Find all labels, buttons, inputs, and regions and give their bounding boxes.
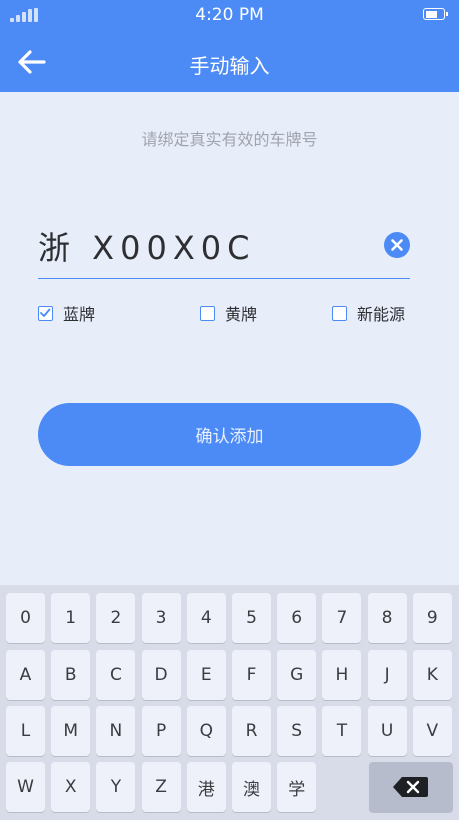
close-circle-icon bbox=[391, 239, 403, 251]
option-label: 蓝牌 bbox=[63, 305, 96, 324]
plate-keyboard: 0123456789 ABCDEFGHJK LMNPQRSTUV WXYZ港澳学 bbox=[0, 585, 459, 820]
key[interactable]: H bbox=[322, 650, 362, 700]
key[interactable]: 学 bbox=[277, 762, 317, 812]
key[interactable]: 7 bbox=[322, 593, 362, 643]
key[interactable]: S bbox=[277, 706, 317, 756]
option-yellow-plate[interactable]: 黄牌 bbox=[200, 298, 257, 328]
key[interactable]: R bbox=[232, 706, 271, 756]
arrow-left-icon bbox=[18, 50, 46, 74]
key[interactable]: N bbox=[96, 706, 136, 756]
option-blue-plate[interactable]: 蓝牌 bbox=[38, 298, 95, 328]
key[interactable]: G bbox=[277, 650, 317, 700]
key[interactable]: D bbox=[141, 650, 181, 700]
key[interactable]: M bbox=[51, 706, 91, 756]
status-time: 4:20 PM bbox=[195, 5, 264, 25]
key[interactable]: 港 bbox=[186, 762, 226, 812]
key[interactable]: U bbox=[367, 706, 407, 756]
key[interactable]: J bbox=[367, 650, 407, 700]
page-title: 手动输入 bbox=[189, 54, 270, 78]
key[interactable]: K bbox=[412, 650, 452, 700]
key[interactable]: 8 bbox=[367, 593, 407, 643]
confirm-add-button[interactable]: 确认添加 bbox=[38, 403, 421, 466]
key[interactable]: 6 bbox=[277, 593, 317, 643]
key[interactable]: Z bbox=[141, 762, 181, 812]
key[interactable]: C bbox=[96, 650, 136, 700]
key[interactable]: B bbox=[51, 650, 91, 700]
backspace-icon bbox=[393, 777, 428, 797]
checkbox-icon[interactable] bbox=[332, 305, 347, 321]
key[interactable]: 1 bbox=[51, 593, 91, 643]
checkbox-icon[interactable] bbox=[200, 305, 215, 321]
key[interactable]: 澳 bbox=[232, 762, 271, 812]
key[interactable]: F bbox=[232, 650, 271, 700]
key[interactable]: 4 bbox=[186, 593, 226, 643]
key[interactable]: Y bbox=[96, 762, 136, 812]
plate-field bbox=[38, 218, 410, 279]
key[interactable]: E bbox=[186, 650, 226, 700]
key[interactable]: X bbox=[51, 762, 91, 812]
key[interactable]: A bbox=[6, 650, 45, 700]
nav-bar: 手动输入 bbox=[0, 32, 459, 92]
key[interactable]: Q bbox=[186, 706, 226, 756]
key[interactable]: V bbox=[412, 706, 452, 756]
key[interactable]: 5 bbox=[232, 593, 271, 643]
battery-icon bbox=[423, 8, 448, 20]
key[interactable]: 2 bbox=[96, 593, 136, 643]
plate-input[interactable] bbox=[38, 218, 368, 274]
key[interactable]: 9 bbox=[412, 593, 452, 643]
status-bar: 4:20 PM bbox=[0, 0, 459, 30]
delete-key[interactable] bbox=[369, 762, 453, 812]
clear-button[interactable] bbox=[384, 232, 410, 258]
back-button[interactable] bbox=[14, 44, 50, 80]
checkbox-checked-icon[interactable] bbox=[38, 305, 53, 321]
key[interactable]: P bbox=[141, 706, 181, 756]
top-bar: 4:20 PM 手动输入 bbox=[0, 0, 459, 92]
option-new-energy-plate[interactable]: 新能源 bbox=[332, 298, 405, 328]
key[interactable]: L bbox=[6, 706, 45, 756]
key[interactable]: T bbox=[322, 706, 362, 756]
key[interactable]: W bbox=[6, 762, 45, 812]
key[interactable]: 3 bbox=[141, 593, 181, 643]
option-label: 黄牌 bbox=[225, 305, 258, 324]
plate-color-options: 蓝牌 黄牌 新能源 bbox=[38, 298, 418, 328]
option-label: 新能源 bbox=[357, 305, 406, 324]
key[interactable]: 0 bbox=[6, 593, 45, 643]
hint-text: 请绑定真实有效的车牌号 bbox=[141, 130, 318, 149]
